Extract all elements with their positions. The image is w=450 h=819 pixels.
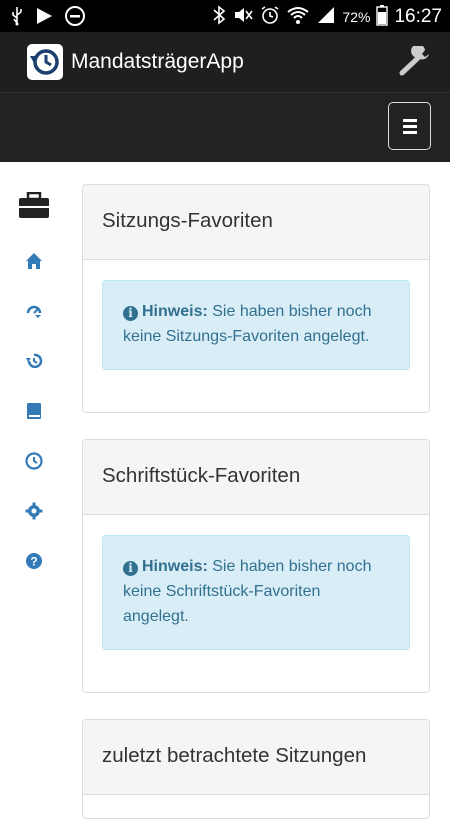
wifi-icon (286, 5, 310, 28)
home-icon[interactable] (17, 252, 51, 270)
history-icon[interactable] (17, 352, 51, 370)
settings-icon[interactable] (17, 502, 51, 520)
panel-title: Schriftstück-Favoriten (83, 440, 429, 515)
info-icon: i (123, 306, 138, 321)
battery-percent: 72% (342, 8, 371, 25)
mute-icon (232, 5, 254, 28)
hint-label: Hinweis: (142, 303, 208, 320)
app-logo-icon (27, 44, 63, 80)
play-icon (34, 6, 54, 31)
schriftstueck-favoriten-panel: Schriftstück-Favoriten i Hinweis: Sie hab… (82, 439, 430, 693)
sitzungs-favoriten-panel: Sitzungs-Favoriten i Hinweis: Sie haben b… (82, 184, 430, 413)
book-icon[interactable] (17, 402, 51, 420)
help-icon[interactable]: ? (17, 552, 51, 570)
do-not-disturb-icon (64, 5, 86, 32)
navbar (0, 92, 450, 162)
menu-toggle-button[interactable] (388, 102, 431, 150)
hint-label: Hinweis: (142, 558, 208, 575)
usb-icon (10, 6, 24, 31)
hamburger-bar (402, 124, 417, 128)
svg-text:?: ? (30, 555, 37, 569)
status-bar: 72% 16:27 (0, 0, 450, 32)
zuletzt-betrachtete-sitzungen-panel: zuletzt betrachtete Sitzungen (82, 719, 430, 819)
briefcase-icon[interactable] (17, 192, 51, 220)
info-icon: i (123, 561, 138, 576)
app-title: MandatsträgerApp (71, 50, 244, 73)
hamburger-bar (402, 130, 417, 134)
bluetooth-icon (212, 5, 226, 28)
wrench-icon[interactable] (398, 44, 434, 81)
dashboard-icon[interactable] (17, 302, 51, 320)
battery-icon (376, 4, 389, 29)
clock-icon[interactable] (17, 452, 51, 470)
app-bar: MandatsträgerApp (0, 32, 450, 92)
panel-title: Sitzungs-Favoriten (83, 185, 429, 260)
alarm-icon (260, 5, 280, 28)
hamburger-bar (402, 118, 417, 122)
info-alert: i Hinweis: Sie haben bisher noch keine Si… (102, 280, 410, 370)
clock-time: 16:27 (394, 5, 442, 27)
panel-title: zuletzt betrachtete Sitzungen (83, 720, 429, 795)
info-alert: i Hinweis: Sie haben bisher noch keine Sc… (102, 535, 410, 650)
signal-icon (316, 5, 336, 28)
